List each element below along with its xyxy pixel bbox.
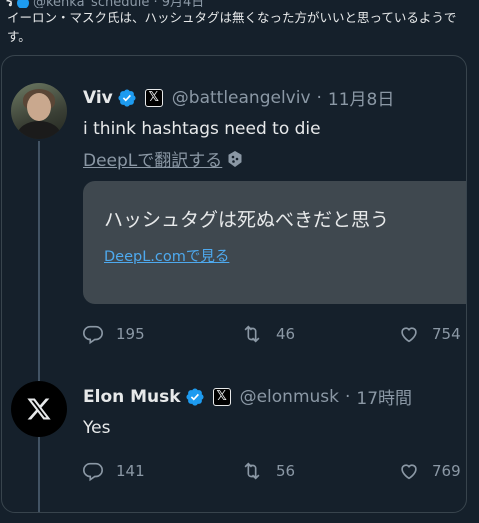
x-logo-icon xyxy=(27,398,51,420)
deepl-translate-label[interactable]: DeepLで翻訳する xyxy=(83,146,222,171)
reply-icon xyxy=(83,462,103,482)
verified-badge-icon xyxy=(117,88,137,108)
x-logo-icon: 𝕏 xyxy=(144,88,163,107)
retweet-count: 56 xyxy=(276,462,296,480)
tweet-actions-elon: 141 56 769 xyxy=(82,460,466,484)
clipped-top-header: ร @kenka_schedule · 9月4日 xyxy=(0,0,479,8)
retweet-count: 46 xyxy=(276,325,296,343)
tweet-text: i think hashtags need to die xyxy=(83,119,321,139)
retweet-icon xyxy=(244,462,260,480)
separator-dot: · xyxy=(345,386,351,407)
author-name[interactable]: Viv xyxy=(83,88,113,108)
translated-text: ハッシュタグは死ぬべきだと思う xyxy=(104,209,390,231)
x-logo-icon: 𝕏 xyxy=(212,387,231,406)
author-handle[interactable]: @battleangelviv xyxy=(172,88,311,108)
reply-button[interactable]: 141 xyxy=(82,460,145,482)
retweet-button[interactable]: 56 xyxy=(240,460,295,482)
deepl-view-link[interactable]: DeepL.comで見る xyxy=(104,245,229,266)
quoted-thread-card[interactable]: Viv 𝕏 @battleangelviv · 11月8日 i think ha… xyxy=(1,55,467,513)
tweet-date[interactable]: 11月8日 xyxy=(328,85,394,110)
reply-count: 195 xyxy=(116,325,145,343)
tweet-text: Yes xyxy=(83,418,111,438)
avatar-elon-musk[interactable] xyxy=(11,381,67,437)
thread-connector-line xyxy=(38,141,40,512)
author-name[interactable]: Elon Musk xyxy=(83,387,181,407)
deepl-translate-link[interactable]: DeepLで翻訳する xyxy=(83,146,242,171)
post-caption: イーロン・マスク氏は、ハッシュタグは無くなった方がいいと思っているようです。 xyxy=(7,10,457,44)
retweet-button[interactable]: 46 xyxy=(240,323,295,345)
separator-dot: · xyxy=(316,87,322,108)
tweet-date[interactable]: 17時間 xyxy=(356,384,412,409)
retweet-icon xyxy=(244,325,260,343)
like-count: 754 xyxy=(432,325,461,343)
tweet-header-elon: Elon Musk 𝕏 @elonmusk · 17時間 xyxy=(83,384,412,410)
author-handle[interactable]: @elonmusk xyxy=(240,387,339,407)
tweet-header-viv: Viv 𝕏 @battleangelviv · 11月8日 xyxy=(83,85,394,111)
avatar-viv[interactable] xyxy=(11,83,67,139)
like-icon xyxy=(401,327,417,343)
reply-count: 141 xyxy=(116,462,145,480)
reply-icon xyxy=(83,325,103,345)
like-button[interactable]: 769 xyxy=(398,460,461,482)
like-count: 769 xyxy=(432,462,461,480)
deepl-icon xyxy=(228,150,242,167)
translation-box: ハッシュタグは死ぬべきだと思う DeepL.comで見る xyxy=(83,181,466,304)
like-button[interactable]: 754 xyxy=(398,323,461,345)
like-icon xyxy=(401,464,417,480)
tweet-actions-viv: 195 46 754 xyxy=(82,323,466,347)
verified-badge-icon xyxy=(185,387,205,407)
reply-button[interactable]: 195 xyxy=(82,323,145,345)
